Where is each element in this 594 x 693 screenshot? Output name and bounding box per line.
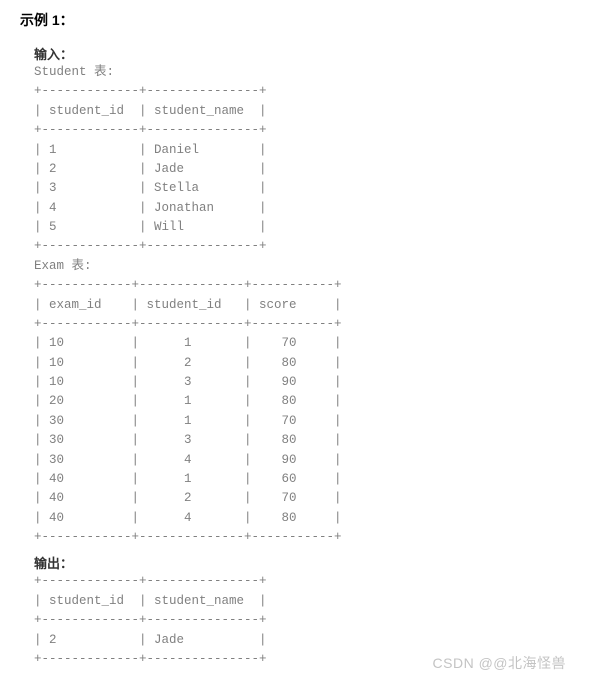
input-label: 输入： [34,44,574,63]
exam-table: +------------+--------------+-----------… [34,276,574,547]
exam-table-name: Exam 表: [34,257,574,276]
output-label: 输出： [34,553,574,572]
example-title: 示例 1： [20,10,574,30]
example-block: 输入： Student 表: +-------------+----------… [20,44,574,669]
student-table: +-------------+---------------+ | studen… [34,82,574,256]
student-table-name: Student 表: [34,63,574,82]
output-table: +-------------+---------------+ | studen… [34,572,574,669]
